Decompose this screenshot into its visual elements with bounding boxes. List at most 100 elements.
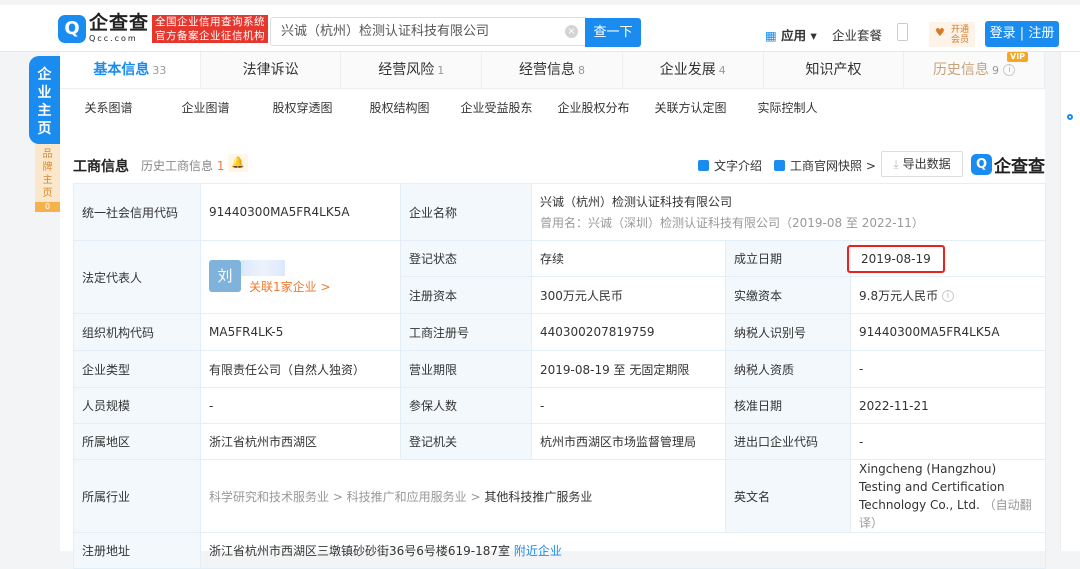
label: 工商注册号 — [400, 313, 532, 351]
table-row: 统一社会信用代码 91440300MA5FR4LK5A 企业名称 兴诚（杭州）检… — [73, 183, 1046, 241]
tab-development[interactable]: 企业发展 4 — [622, 52, 764, 88]
right-outline-rail — [1060, 52, 1080, 551]
side-tab-brand-home[interactable]: 品牌主页 0 — [35, 144, 60, 212]
qcc-logo-icon: Q — [58, 14, 86, 43]
taxpayer-id: 91440300MA5FR4LK5A — [850, 313, 1046, 351]
search-input[interactable]: 兴诚（杭州）检测认证科技有限公司 × — [270, 17, 586, 46]
label: 法定代表人 — [73, 240, 201, 314]
english-name: Xingcheng (Hangzhou) Testing and Certifi… — [850, 459, 1046, 533]
info-icon: i — [1003, 64, 1016, 76]
subnav-item[interactable]: 企业受益股东 — [448, 90, 545, 126]
tab-legal[interactable]: 法律诉讼 — [200, 52, 342, 88]
insured: - — [531, 387, 726, 424]
label: 核准日期 — [725, 387, 851, 424]
qcc-watermark-logo: Q 企查查 — [971, 152, 1045, 177]
label: 企业类型 — [73, 350, 201, 388]
open-vip-button[interactable]: ♥ 开通 会员 — [929, 22, 975, 47]
side-tab-company-home[interactable]: 企业主页 — [29, 56, 60, 144]
label: 人员规模 — [73, 387, 201, 424]
ie-code: - — [850, 423, 1046, 460]
subnav-item[interactable]: 关联方认定图 — [642, 90, 739, 126]
download-icon: ⤓ — [893, 157, 899, 171]
subnav-item[interactable]: 企业股权分布 — [545, 90, 642, 126]
diamond-icon: ♥ — [935, 26, 945, 39]
staff: - — [200, 387, 401, 424]
label: 统一社会信用代码 — [73, 183, 201, 241]
subnav-item[interactable]: 股权穿透图 — [254, 90, 351, 126]
tab-risk[interactable]: 经营风险 1 — [341, 52, 483, 88]
subnav-item[interactable]: 关系图谱 — [60, 90, 157, 126]
main-tabs: 基本信息 33 法律诉讼 经营风险 1 经营信息 8 企业发展 4 知识产权 VIP 历史… — [60, 52, 1046, 89]
reg-capital: 300万元人民币 — [531, 276, 726, 314]
label: 纳税人识别号 — [725, 313, 851, 351]
snapshot-link[interactable]: 工商官网快照 > — [774, 157, 876, 174]
label: 实缴资本 — [725, 276, 851, 314]
camera-icon — [774, 160, 785, 171]
search-button[interactable]: 查一下 — [585, 18, 641, 47]
apps-menu[interactable]: ▦ 应用 ▾ — [765, 25, 817, 44]
industry: 科学研究和技术服务业 > 科技推广和应用服务业 > 其他科技推广服务业 — [200, 459, 726, 533]
table-row: 企业类型 有限责任公司（自然人独资） 营业期限 2019-08-19 至 无固定… — [73, 350, 1046, 388]
label: 组织机构代码 — [73, 313, 201, 351]
vip-badge: VIP — [1007, 52, 1029, 62]
info-icon[interactable]: i — [941, 290, 954, 302]
logo-text: 企查查 — [89, 12, 150, 34]
tab-ip[interactable]: 知识产权 — [763, 52, 905, 88]
legal-rep[interactable]: 刘 关联1家企业 > — [200, 240, 401, 314]
subnav-item[interactable]: 实际控制人 — [739, 90, 836, 126]
top-header: Q 企查查 Qcc.com 全国企业信用查询系统 官方备案企业征信机构 兴诚（杭州）… — [0, 0, 1080, 52]
tab-operations[interactable]: 经营信息 8 — [482, 52, 623, 88]
bell-icon[interactable]: 🔔 — [228, 154, 248, 172]
login-button[interactable]: 登录 | 注册 — [985, 21, 1059, 47]
table-row: 所属地区 浙江省杭州市西湖区 登记机关 杭州市西湖区市场监督管理局 进出口企业代… — [73, 423, 1046, 460]
label: 所属地区 — [73, 423, 201, 460]
label: 纳税人资质 — [725, 350, 851, 388]
label: 成立日期 — [725, 240, 851, 277]
biz-reg: 440300207819759 — [531, 313, 726, 351]
highlight-box: 2019-08-19 — [847, 244, 945, 273]
related-companies-link[interactable]: 关联1家企业 > — [249, 278, 392, 295]
subnav-item[interactable]: 股权结构图 — [351, 90, 448, 126]
label: 英文名 — [725, 459, 851, 533]
nearby-link[interactable]: 附近企业 — [514, 544, 562, 558]
label: 参保人数 — [400, 387, 532, 424]
document-icon — [698, 160, 709, 171]
label: 企业名称 — [400, 183, 532, 241]
company-name: 兴诚（杭州）检测认证科技有限公司 曾用名：兴诚（深圳）检测认证科技有限公司（201… — [531, 183, 1046, 241]
section-title: 工商信息 — [73, 159, 129, 175]
label: 营业期限 — [400, 350, 532, 388]
term: 2019-08-19 至 无固定期限 — [531, 350, 726, 388]
text-intro-link[interactable]: 文字介绍 — [698, 157, 762, 174]
founded-date: 2019-08-19 — [847, 240, 1046, 277]
mobile-icon[interactable] — [897, 23, 908, 41]
tab-history[interactable]: VIP 历史信息 9 i — [904, 52, 1046, 88]
official-badge: 全国企业信用查询系统 官方备案企业征信机构 — [152, 14, 269, 43]
label: 注册资本 — [400, 276, 532, 314]
taxpayer-qualification: - — [850, 350, 1046, 388]
label: 进出口企业代码 — [725, 423, 851, 460]
org-code: MA5FR4LK-5 — [200, 313, 401, 351]
brand-count: 0 — [35, 202, 60, 212]
former-name: 曾用名：兴诚（深圳）检测认证科技有限公司（2019-08 至 2022-11） — [540, 216, 924, 230]
tab-basic-info[interactable]: 基本信息 33 — [60, 52, 201, 88]
blurred-name — [241, 259, 285, 276]
credit-code: 91440300MA5FR4LK5A — [200, 183, 401, 241]
table-row: 组织机构代码 MA5FR4LK-5 工商注册号 440300207819759 … — [73, 313, 1046, 351]
business-info-table: 统一社会信用代码 91440300MA5FR4LK5A 企业名称 兴诚（杭州）检… — [73, 183, 1046, 569]
paid-capital: 9.8万元人民币 i — [850, 276, 1046, 314]
history-link[interactable]: 历史工商信息 1 — [141, 157, 224, 174]
logo-domain: Qcc.com — [89, 34, 138, 43]
label: 所属行业 — [73, 459, 201, 533]
subnav-item[interactable]: 企业图谱 — [157, 90, 254, 126]
main-panel: 基本信息 33 法律诉讼 经营风险 1 经营信息 8 企业发展 4 知识产权 VIP 历史… — [60, 52, 1046, 569]
avatar: 刘 — [209, 259, 241, 292]
table-row: 所属行业 科学研究和技术服务业 > 科技推广和应用服务业 > 其他科技推广服务业… — [73, 459, 1046, 533]
table-row: 人员规模 - 参保人数 - 核准日期 2022-11-21 — [73, 387, 1046, 424]
packages-link[interactable]: 企业套餐 — [832, 25, 882, 44]
label: 登记机关 — [400, 423, 532, 460]
export-button[interactable]: ⤓ 导出数据 — [881, 151, 963, 177]
sub-nav: 关系图谱 企业图谱 股权穿透图 股权结构图 企业受益股东 企业股权分布 关联方认… — [60, 90, 836, 126]
clear-icon[interactable]: × — [565, 25, 578, 38]
approved-date: 2022-11-21 — [850, 387, 1046, 424]
qcc-logo[interactable]: Q 企查查 Qcc.com 全国企业信用查询系统 官方备案企业征信机构 — [58, 12, 269, 43]
